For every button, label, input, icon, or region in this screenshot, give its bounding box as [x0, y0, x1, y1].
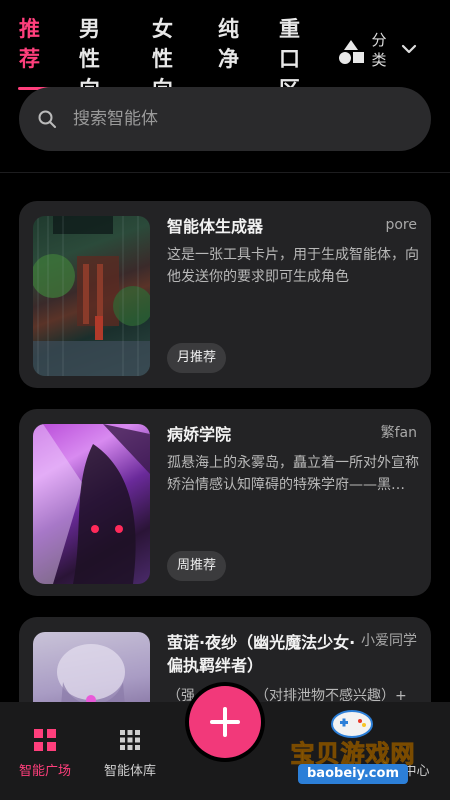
- grid-squares-icon: [34, 729, 56, 751]
- agent-card[interactable]: 智能体生成器 pore 这是一张工具卡片，用于生成智能体，向他发送你的要求即可生…: [19, 201, 431, 388]
- agent-description: 孤悬海上的永雾岛，矗立着一所对外宣称矫治情感认知障碍的特殊学府——黑…: [167, 455, 419, 493]
- chevron-down-icon: [401, 44, 417, 54]
- agent-author: 小爱同学: [361, 633, 417, 649]
- nav-library[interactable]: 智能体库: [85, 728, 175, 788]
- agent-description: 这是一张工具卡片，用于生成智能体，向他发送你的要求即可生成角色: [167, 247, 419, 285]
- agent-title: 萤诺·夜纱（幽光魔法少女·偏执羁绊者）: [167, 633, 356, 675]
- agent-thumbnail: [33, 424, 150, 584]
- apps-grid-icon: [120, 730, 140, 750]
- search-bar[interactable]: [19, 87, 431, 151]
- agent-title: 智能体生成器: [167, 217, 264, 236]
- nav-label: 智能广场: [18, 764, 71, 779]
- watermark-url: baobeiy.com: [298, 764, 408, 784]
- tab-pure[interactable]: 纯净: [209, 14, 249, 74]
- shapes-icon: [339, 40, 364, 64]
- search-input[interactable]: [73, 101, 413, 137]
- nav-plaza[interactable]: 智能广场: [0, 728, 90, 788]
- create-button[interactable]: [189, 686, 261, 758]
- agent-thumbnail: [33, 216, 150, 376]
- recommend-badge: 周推荐: [167, 551, 227, 581]
- recommend-badge: 月推荐: [167, 343, 227, 373]
- agent-title: 病娇学院: [167, 425, 232, 444]
- agent-author: 繁fan: [380, 425, 417, 441]
- search-icon: [38, 110, 56, 128]
- nav-label: 智能体库: [103, 764, 156, 779]
- plus-icon: [210, 707, 240, 737]
- watermark: 宝贝游戏网 baobeiy.com: [278, 706, 448, 790]
- category-button[interactable]: 分类: [338, 30, 418, 76]
- agent-card[interactable]: 病娇学院 繁fan 孤悬海上的永雾岛，矗立着一所对外宣称矫治情感认知障碍的特殊学…: [19, 409, 431, 596]
- tab-recommend[interactable]: 推荐: [10, 14, 50, 74]
- divider: [0, 172, 450, 173]
- top-tab-bar: 推荐 男性向 女性向 纯净 重口区 分类: [0, 0, 450, 101]
- category-label: 分类: [371, 31, 387, 69]
- agent-author: pore: [385, 217, 417, 233]
